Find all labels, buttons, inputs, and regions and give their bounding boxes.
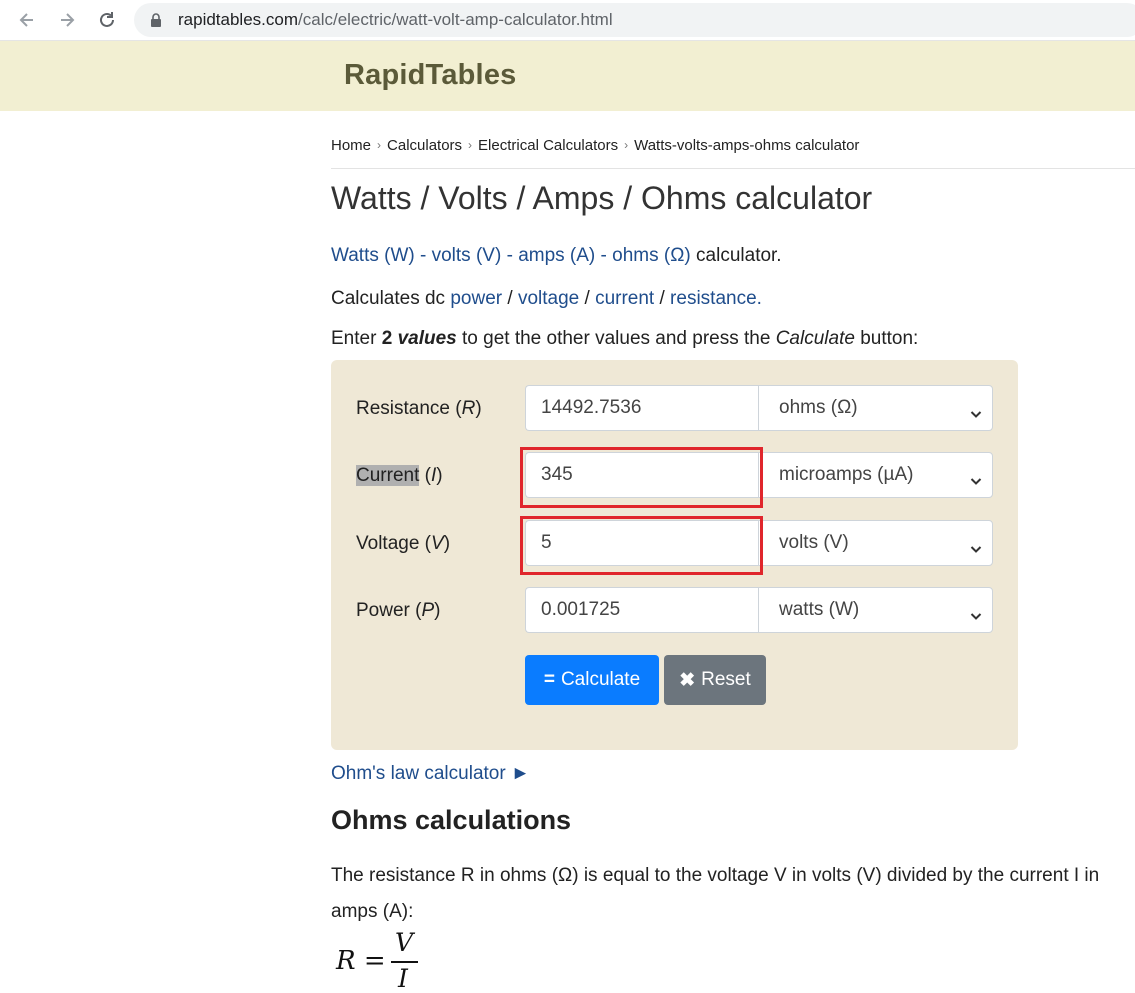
current-label: Current (I) (356, 465, 443, 486)
ohms-link[interactable]: ohms (Ω) (612, 245, 691, 266)
formula-numerator: V (395, 928, 414, 957)
close-icon: ✖ (679, 669, 696, 691)
site-logo[interactable]: RapidTables (344, 59, 516, 92)
amps-link[interactable]: amps (A) (518, 245, 595, 266)
intro-text: Enter (331, 328, 382, 349)
breadcrumb-electrical-calculators[interactable]: Electrical Calculators (478, 137, 618, 154)
equals-icon: = (543, 669, 555, 690)
calculate-button[interactable]: = Calculate (525, 655, 659, 705)
current-link[interactable]: current (595, 288, 654, 309)
text-separator: / (579, 288, 596, 309)
resistance-unit-value: ohms (Ω) (779, 397, 858, 418)
breadcrumb-separator: › (377, 138, 382, 152)
chevron-down-icon (970, 470, 982, 492)
intro-line-instructions: Enter 2 values to get the other values a… (331, 328, 918, 350)
forward-arrow-icon[interactable] (53, 6, 81, 34)
chevron-down-icon (970, 605, 982, 627)
intro-text: calculator. (690, 245, 782, 266)
resistance-label: Resistance (R) (356, 398, 482, 419)
voltage-input-highlight (520, 516, 763, 575)
current-input-highlight (520, 447, 763, 508)
breadcrumb-calculators[interactable]: Calculators (387, 137, 462, 154)
lock-icon (150, 13, 162, 32)
intro-line-calculates: Calculates dc power / voltage / current … (331, 288, 762, 310)
calculate-word: Calculate (775, 328, 855, 349)
reset-button[interactable]: ✖ Reset (664, 655, 766, 705)
values-count: 2 (381, 328, 393, 349)
power-label: Power (P) (356, 600, 441, 621)
breadcrumb: Home › Calculators › Electrical Calculators ›… (331, 137, 859, 154)
voltage-label: Voltage (V) (356, 533, 451, 554)
intro-text: to get the other values and press the (456, 328, 776, 349)
breadcrumb-separator: › (468, 138, 473, 152)
intro-line-units: Watts (W) - volts (V) - amps (A) - ohms … (331, 245, 782, 267)
text-separator: - (501, 245, 519, 266)
voltage-unit-select[interactable]: volts (V) (758, 520, 993, 566)
section-paragraph: The resistance R in ohms (Ω) is equal to… (331, 865, 1100, 922)
power-unit-select[interactable]: watts (W) (758, 587, 993, 633)
resistance-link[interactable]: resistance. (670, 288, 762, 309)
section-heading: Ohms calculations (331, 805, 572, 835)
volts-link[interactable]: volts (V) (432, 245, 502, 266)
formula-denominator: I (398, 964, 408, 993)
values-word: values (397, 328, 457, 349)
text-separator: / (654, 288, 671, 309)
browser-toolbar: rapidtables.com/calc/electric/watt-volt-… (0, 0, 1135, 41)
watts-link[interactable]: Watts (W) (331, 245, 415, 266)
power-unit-value: watts (W) (779, 599, 860, 620)
text-separator: - (414, 245, 432, 266)
intro-text: Calculates dc (331, 288, 451, 309)
breadcrumb-home[interactable]: Home (331, 137, 371, 154)
current-unit-value: microamps (µA) (779, 464, 914, 485)
fraction-bar (391, 961, 418, 963)
text-separator: / (502, 288, 518, 309)
ohms-law-calculator-link[interactable]: Ohm's law calculator ► (331, 763, 530, 785)
breadcrumb-separator: › (624, 138, 629, 152)
resistance-input[interactable] (525, 385, 758, 431)
site-header: RapidTables (0, 41, 1135, 111)
address-bar[interactable]: rapidtables.com/calc/electric/watt-volt-… (134, 3, 1135, 37)
power-input[interactable] (525, 587, 758, 633)
voltage-unit-value: volts (V) (779, 532, 849, 553)
text-separator: - (595, 245, 613, 266)
breadcrumb-current: Watts-volts-amps-ohms calculator (634, 137, 860, 154)
voltage-link[interactable]: voltage (518, 288, 579, 309)
calculate-button-label: Calculate (560, 669, 641, 690)
resistance-unit-select[interactable]: ohms (Ω) (758, 385, 993, 431)
current-unit-select[interactable]: microamps (µA) (758, 452, 993, 498)
chevron-down-icon (970, 538, 982, 560)
back-arrow-icon[interactable] (13, 6, 41, 34)
reset-button-label: Reset (701, 669, 751, 690)
url-text: rapidtables.com/calc/electric/watt-volt-… (178, 10, 613, 29)
intro-text: button: (854, 328, 919, 349)
reload-icon[interactable] (93, 6, 121, 34)
power-link[interactable]: power (450, 288, 502, 309)
chevron-down-icon (970, 403, 982, 425)
formula-lhs: R = (336, 946, 386, 976)
breadcrumb-divider (331, 168, 1135, 169)
page-title: Watts / Volts / Amps / Ohms calculator (331, 180, 873, 216)
